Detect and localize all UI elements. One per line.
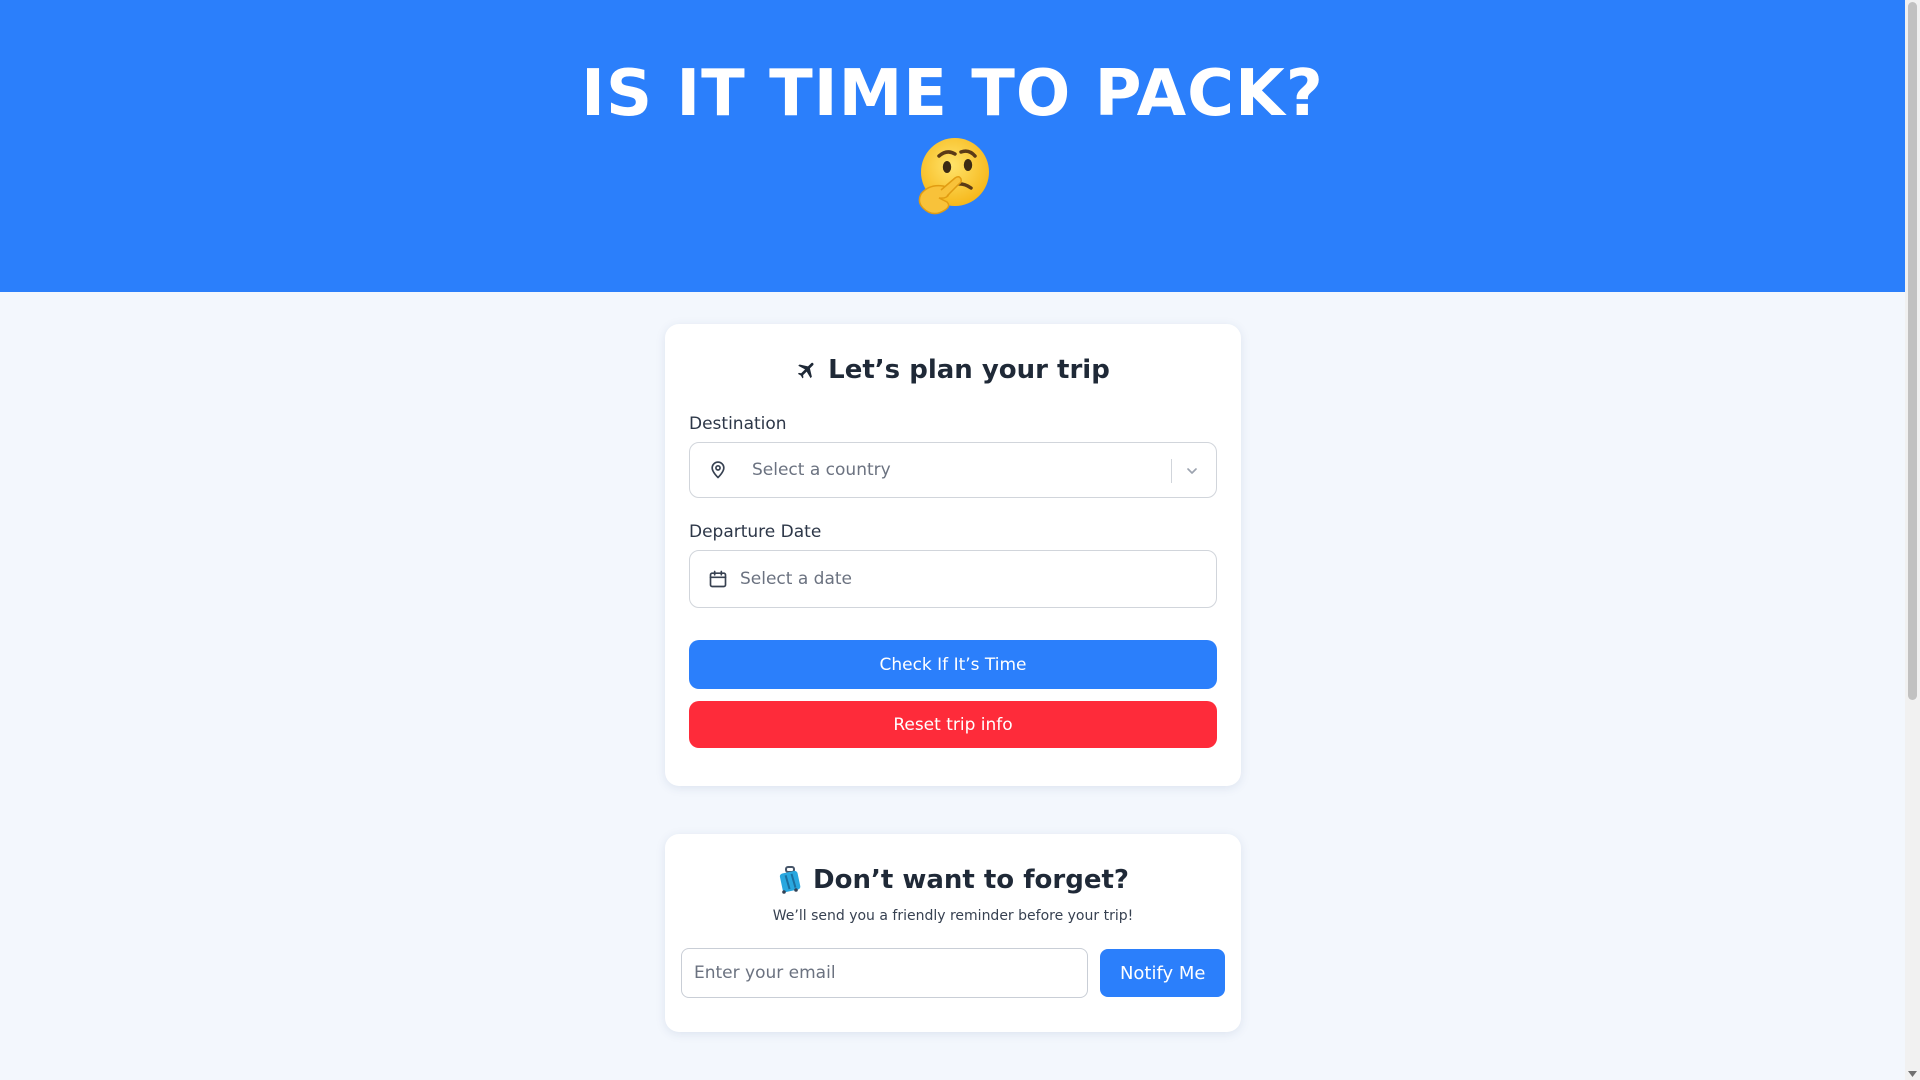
departure-date-placeholder: Select a date bbox=[740, 569, 853, 589]
departure-date-input[interactable]: Select a date bbox=[689, 550, 1217, 608]
scrollbar-thumb[interactable] bbox=[1908, 2, 1917, 700]
reminder-card-title: Don’t want to forget? bbox=[681, 862, 1225, 898]
destination-placeholder: Select a country bbox=[752, 460, 891, 480]
airplane-icon bbox=[796, 359, 818, 381]
notify-me-button[interactable]: Notify Me bbox=[1100, 949, 1225, 997]
thinking-face-icon bbox=[911, 134, 995, 218]
calendar-icon bbox=[708, 569, 728, 589]
reminder-card-title-text: Don’t want to forget? bbox=[813, 865, 1129, 895]
viewport: IS IT TIME TO PACK? Let’s plan your trip… bbox=[0, 0, 1920, 1080]
reset-trip-button[interactable]: Reset trip info bbox=[689, 701, 1217, 748]
trip-planner-card: Let’s plan your trip Destination Select … bbox=[665, 324, 1241, 786]
page: IS IT TIME TO PACK? Let’s plan your trip… bbox=[0, 0, 1905, 1080]
destination-select[interactable]: Select a country bbox=[689, 442, 1217, 498]
reminder-card: Don’t want to forget? We’ll send you a f… bbox=[665, 834, 1241, 1032]
vertical-scrollbar[interactable] bbox=[1905, 0, 1920, 1080]
check-time-button[interactable]: Check If It’s Time bbox=[689, 640, 1217, 689]
trip-card-title-text: Let’s plan your trip bbox=[828, 355, 1110, 385]
destination-label: Destination bbox=[689, 414, 787, 434]
reminder-subtitle: We’ll send you a friendly reminder befor… bbox=[772, 908, 1134, 924]
map-pin-icon bbox=[708, 460, 728, 480]
luggage-icon bbox=[777, 866, 803, 894]
departure-date-label: Departure Date bbox=[689, 522, 822, 542]
email-row: Notify Me bbox=[681, 948, 1225, 998]
page-title: IS IT TIME TO PACK? bbox=[581, 57, 1324, 131]
trip-card-title: Let’s plan your trip bbox=[689, 352, 1217, 388]
chevron-down-icon[interactable] bbox=[1184, 463, 1200, 479]
hero-banner: IS IT TIME TO PACK? bbox=[0, 0, 1905, 292]
select-divider bbox=[1171, 459, 1172, 483]
scroll-down-arrow-icon[interactable] bbox=[1908, 1069, 1917, 1078]
email-input[interactable] bbox=[681, 948, 1089, 998]
